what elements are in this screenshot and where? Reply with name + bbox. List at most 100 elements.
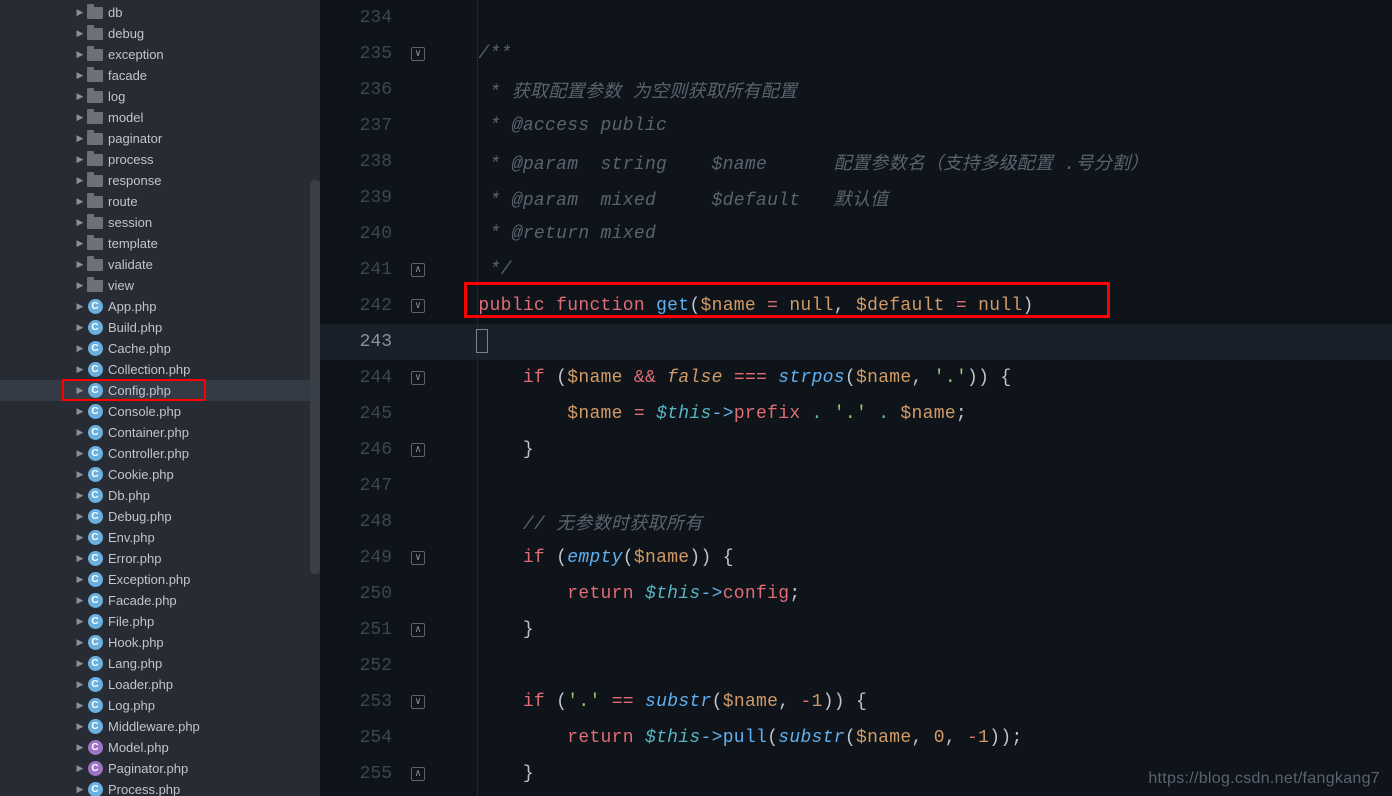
code-line[interactable] [434,468,1392,504]
code-line[interactable]: * @access public [434,108,1392,144]
expand-arrow-icon[interactable]: ▶ [74,154,86,165]
code-area[interactable]: /** * 获取配置参数 为空则获取所有配置 * @access public … [434,0,1392,796]
code-line[interactable]: public function get($name = null, $defau… [434,288,1392,324]
tree-item[interactable]: ▶CLang.php [0,653,320,674]
expand-arrow-icon[interactable]: ▶ [74,196,86,207]
expand-arrow-icon[interactable]: ▶ [74,175,86,186]
code-line[interactable]: { [434,324,1392,360]
expand-arrow-icon[interactable]: ▶ [74,406,86,417]
expand-arrow-icon[interactable]: ▶ [74,679,86,690]
tree-item[interactable]: ▶CPaginator.php [0,758,320,779]
fold-collapse-icon[interactable]: ∨ [411,551,425,565]
tree-item[interactable]: ▶CBuild.php [0,317,320,338]
fold-end-icon[interactable]: ∧ [411,263,425,277]
tree-item[interactable]: ▶CContainer.php [0,422,320,443]
expand-arrow-icon[interactable]: ▶ [74,49,86,60]
fold-end-icon[interactable]: ∧ [411,443,425,457]
code-line[interactable]: * @param string $name 配置参数名（支持多级配置 .号分割） [434,144,1392,180]
expand-arrow-icon[interactable]: ▶ [74,28,86,39]
expand-arrow-icon[interactable]: ▶ [74,574,86,585]
expand-arrow-icon[interactable]: ▶ [74,553,86,564]
tree-item[interactable]: ▶session [0,212,320,233]
code-line[interactable]: * 获取配置参数 为空则获取所有配置 [434,72,1392,108]
code-line[interactable]: } [434,432,1392,468]
expand-arrow-icon[interactable]: ▶ [74,322,86,333]
tree-item[interactable]: ▶validate [0,254,320,275]
tree-item[interactable]: ▶template [0,233,320,254]
tree-item[interactable]: ▶CLoader.php [0,674,320,695]
code-line[interactable] [434,0,1392,36]
tree-item[interactable]: ▶route [0,191,320,212]
tree-item[interactable]: ▶CFacade.php [0,590,320,611]
tree-item[interactable]: ▶CCookie.php [0,464,320,485]
tree-item[interactable]: ▶CFile.php [0,611,320,632]
expand-arrow-icon[interactable]: ▶ [74,70,86,81]
tree-item[interactable]: ▶CDb.php [0,485,320,506]
expand-arrow-icon[interactable]: ▶ [74,742,86,753]
tree-item[interactable]: ▶process [0,149,320,170]
code-line[interactable] [434,792,1392,796]
code-line[interactable]: $name = $this->prefix . '.' . $name; [434,396,1392,432]
tree-item[interactable]: ▶CDebug.php [0,506,320,527]
expand-arrow-icon[interactable]: ▶ [74,7,86,18]
code-line[interactable]: // 无参数时获取所有 [434,504,1392,540]
code-line[interactable] [434,648,1392,684]
expand-arrow-icon[interactable]: ▶ [74,427,86,438]
tree-item[interactable]: ▶CApp.php [0,296,320,317]
expand-arrow-icon[interactable]: ▶ [74,595,86,606]
tree-item[interactable]: ▶CException.php [0,569,320,590]
fold-collapse-icon[interactable]: ∨ [411,299,425,313]
expand-arrow-icon[interactable]: ▶ [74,91,86,102]
expand-arrow-icon[interactable]: ▶ [74,532,86,543]
expand-arrow-icon[interactable]: ▶ [74,112,86,123]
tree-item[interactable]: ▶CConfig.php [0,380,320,401]
code-line[interactable]: } [434,612,1392,648]
code-line[interactable]: /** [434,36,1392,72]
code-line[interactable]: return $this->pull(substr($name, 0, -1))… [434,720,1392,756]
fold-collapse-icon[interactable]: ∨ [411,47,425,61]
code-line[interactable]: * @param mixed $default 默认值 [434,180,1392,216]
sidebar-scrollbar[interactable] [310,180,320,574]
tree-item[interactable]: ▶CConsole.php [0,401,320,422]
tree-item[interactable]: ▶db [0,2,320,23]
code-line[interactable]: * @return mixed [434,216,1392,252]
expand-arrow-icon[interactable]: ▶ [74,343,86,354]
tree-item[interactable]: ▶CController.php [0,443,320,464]
tree-item[interactable]: ▶paginator [0,128,320,149]
expand-arrow-icon[interactable]: ▶ [74,259,86,270]
fold-collapse-icon[interactable]: ∨ [411,371,425,385]
tree-item[interactable]: ▶CModel.php [0,737,320,758]
code-line[interactable]: if ('.' == substr($name, -1)) { [434,684,1392,720]
fold-end-icon[interactable]: ∧ [411,623,425,637]
expand-arrow-icon[interactable]: ▶ [74,280,86,291]
tree-item[interactable]: ▶exception [0,44,320,65]
expand-arrow-icon[interactable]: ▶ [74,658,86,669]
expand-arrow-icon[interactable]: ▶ [74,721,86,732]
tree-item[interactable]: ▶CEnv.php [0,527,320,548]
code-line[interactable]: if (empty($name)) { [434,540,1392,576]
expand-arrow-icon[interactable]: ▶ [74,385,86,396]
expand-arrow-icon[interactable]: ▶ [74,700,86,711]
expand-arrow-icon[interactable]: ▶ [74,784,86,795]
fold-collapse-icon[interactable]: ∨ [411,695,425,709]
expand-arrow-icon[interactable]: ▶ [74,490,86,501]
tree-item[interactable]: ▶CError.php [0,548,320,569]
tree-item[interactable]: ▶view [0,275,320,296]
tree-item[interactable]: ▶CHook.php [0,632,320,653]
expand-arrow-icon[interactable]: ▶ [74,301,86,312]
fold-end-icon[interactable]: ∧ [411,767,425,781]
tree-item[interactable]: ▶CProcess.php [0,779,320,796]
expand-arrow-icon[interactable]: ▶ [74,616,86,627]
tree-item[interactable]: ▶log [0,86,320,107]
tree-item[interactable]: ▶response [0,170,320,191]
tree-item[interactable]: ▶CCollection.php [0,359,320,380]
code-line[interactable]: */ [434,252,1392,288]
tree-item[interactable]: ▶CMiddleware.php [0,716,320,737]
expand-arrow-icon[interactable]: ▶ [74,469,86,480]
tree-item[interactable]: ▶CLog.php [0,695,320,716]
tree-item[interactable]: ▶CCache.php [0,338,320,359]
expand-arrow-icon[interactable]: ▶ [74,133,86,144]
expand-arrow-icon[interactable]: ▶ [74,637,86,648]
file-explorer[interactable]: ▶db▶debug▶exception▶facade▶log▶model▶pag… [0,0,320,796]
code-line[interactable]: if ($name && false === strpos($name, '.'… [434,360,1392,396]
